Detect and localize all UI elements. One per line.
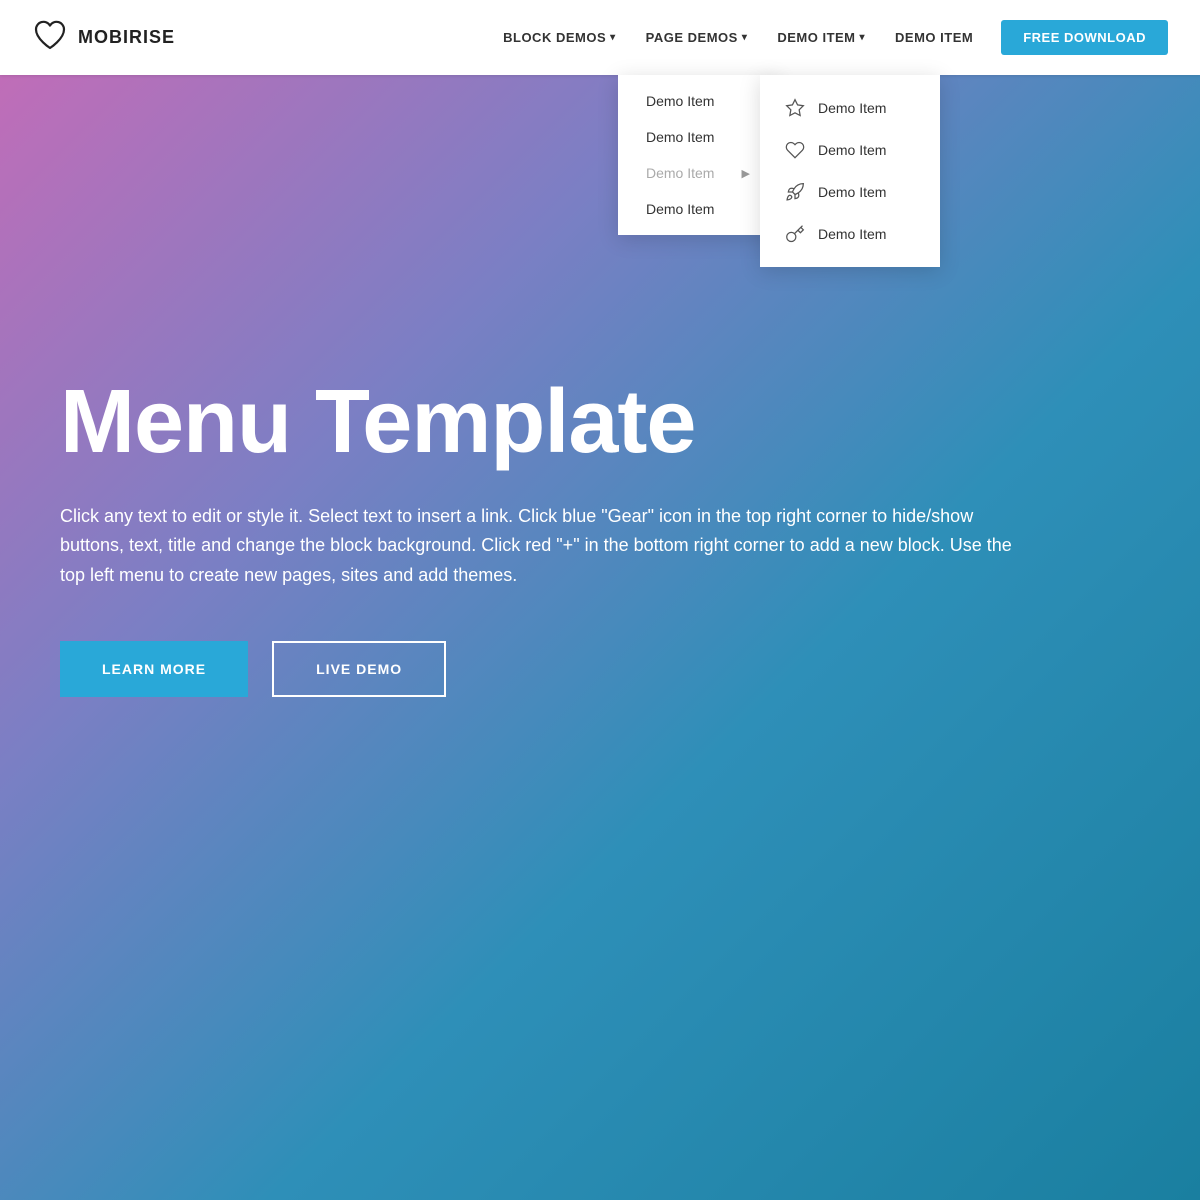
heart-icon — [32, 17, 68, 58]
dropdown-item-2[interactable]: Demo Item — [618, 119, 778, 155]
heart-icon — [784, 139, 806, 161]
nav-links: BLOCK DEMOS ▾ PAGE DEMOS ▾ DEMO ITEM ▾ D… — [491, 20, 1168, 55]
brand: MOBIRISE — [32, 17, 175, 58]
chevron-down-icon: ▾ — [742, 32, 748, 43]
sub-dropdown-item-1[interactable]: Demo Item — [760, 87, 940, 129]
dropdown-item-1[interactable]: Demo Item — [618, 83, 778, 119]
hero-title: Menu Template — [60, 375, 1140, 470]
nav-page-demos[interactable]: PAGE DEMOS ▾ — [634, 22, 760, 53]
sub-dropdown-item-3[interactable]: Demo Item — [760, 171, 940, 213]
live-demo-button[interactable]: LIVE DEMO — [272, 641, 446, 697]
hero-buttons: LEARN MORE LIVE DEMO — [60, 641, 1140, 697]
hero-description: Click any text to edit or style it. Sele… — [60, 502, 1040, 591]
nav-demo-item-dropdown[interactable]: DEMO ITEM ▾ — [765, 22, 877, 53]
dropdown-item-4[interactable]: Demo Item — [618, 191, 778, 227]
hero-section: Menu Template Click any text to edit or … — [0, 75, 1200, 1200]
sub-dropdown-item-4[interactable]: Demo Item — [760, 213, 940, 255]
nav-block-demos[interactable]: BLOCK DEMOS ▾ — [491, 22, 628, 53]
sub-dropdown-item-2[interactable]: Demo Item — [760, 129, 940, 171]
dropdown-secondary: Demo Item Demo Item Demo Item Demo Item — [760, 75, 940, 267]
navbar: MOBIRISE BLOCK DEMOS ▾ PAGE DEMOS ▾ DEMO… — [0, 0, 1200, 75]
chevron-down-icon: ▾ — [610, 32, 616, 43]
brand-name: MOBIRISE — [78, 27, 175, 48]
dropdown-primary: Demo Item Demo Item Demo Item ▶ Demo Ite… — [618, 75, 778, 235]
star-icon — [784, 97, 806, 119]
free-download-button[interactable]: FREE DOWNLOAD — [1001, 20, 1168, 55]
dropdown-item-3[interactable]: Demo Item ▶ — [618, 155, 778, 191]
chevron-down-icon: ▾ — [860, 32, 866, 43]
nav-demo-item[interactable]: DEMO ITEM — [883, 22, 985, 53]
chevron-right-icon: ▶ — [742, 167, 750, 180]
learn-more-button[interactable]: LEARN MORE — [60, 641, 248, 697]
key-icon — [784, 223, 806, 245]
rocket-icon — [784, 181, 806, 203]
